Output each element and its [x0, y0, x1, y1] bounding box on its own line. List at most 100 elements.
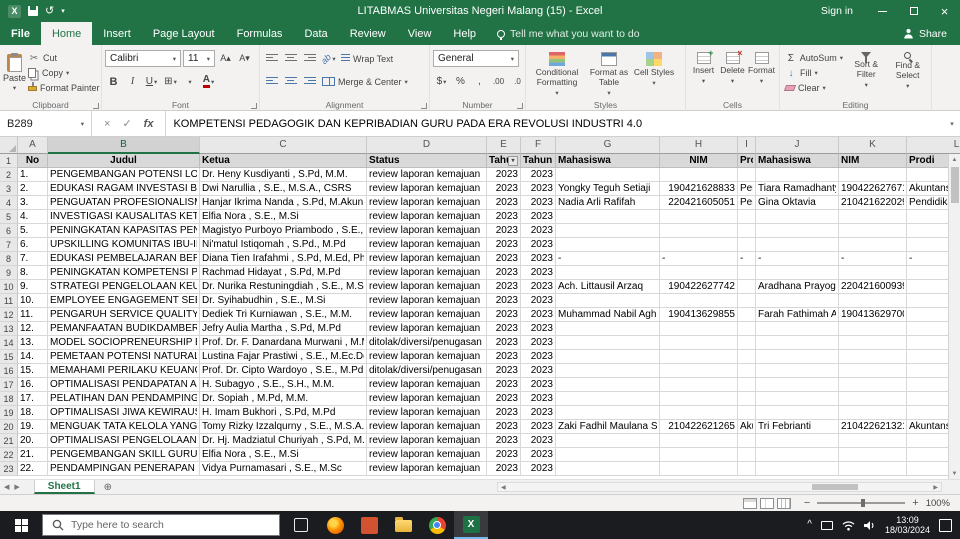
cell-K16[interactable] — [839, 364, 907, 378]
font-color-button[interactable]: A ▾ — [200, 73, 217, 90]
wifi-icon[interactable] — [842, 520, 855, 531]
cell-B1[interactable]: Judul — [48, 154, 200, 168]
cell-B21[interactable]: OPTIMALISASI PENGELOLAAN ADM — [48, 434, 200, 448]
undo-icon[interactable]: ↺ — [45, 5, 54, 17]
cell-D9[interactable]: review laporan kemajuan — [367, 266, 487, 280]
cell-F9[interactable]: 2023 — [521, 266, 556, 280]
borders-button[interactable]: ⊞ ▾ — [162, 73, 179, 90]
cell-B19[interactable]: OPTIMALISASI JIWA KEWIRAUSAHA — [48, 406, 200, 420]
cell-H8[interactable]: - — [660, 252, 738, 266]
cell-D2[interactable]: review laporan kemajuan — [367, 168, 487, 182]
row-header-9[interactable]: 9 — [0, 266, 18, 280]
row-header-23[interactable]: 23 — [0, 462, 18, 476]
new-sheet-button[interactable]: ⊕ — [95, 480, 121, 494]
orientation-button[interactable]: ab ▾ — [319, 50, 337, 67]
cell-I20[interactable]: Akuntansi — [738, 420, 756, 434]
cell-A18[interactable]: 17. — [18, 392, 48, 406]
cell-B11[interactable]: EMPLOYEE ENGAGEMENT SEBAGAI — [48, 294, 200, 308]
cell-J17[interactable] — [756, 378, 839, 392]
restore-button[interactable] — [898, 0, 929, 22]
cell-I6[interactable] — [738, 224, 756, 238]
share-button[interactable]: Share — [890, 22, 960, 45]
tab-formulas[interactable]: Formulas — [226, 22, 294, 45]
vertical-scrollbar[interactable]: ▲ ▼ — [948, 154, 960, 479]
cell-I8[interactable]: - — [738, 252, 756, 266]
cell-F8[interactable]: 2023 — [521, 252, 556, 266]
hscroll-left-icon[interactable]: ◀ — [498, 484, 509, 491]
zoom-in-button[interactable]: + — [912, 497, 918, 509]
cell-J18[interactable] — [756, 392, 839, 406]
cell-J13[interactable] — [756, 322, 839, 336]
formula-input[interactable]: KOMPETENSI PEDAGOGIK DAN KEPRIBADIAN GUR… — [166, 111, 944, 136]
close-button[interactable]: × — [929, 0, 960, 22]
cell-B16[interactable]: MEMAHAMI PERILAKU KEUANGAN I — [48, 364, 200, 378]
cell-A17[interactable]: 16. — [18, 378, 48, 392]
cell-C20[interactable]: Tomy Rizky Izzalqurny , S.E., M.S.A. — [200, 420, 367, 434]
cell-H1[interactable]: NIM — [660, 154, 738, 168]
cell-G21[interactable] — [556, 434, 660, 448]
cell-F16[interactable]: 2023 — [521, 364, 556, 378]
cell-C2[interactable]: Dr. Heny Kusdiyanti , S.Pd, M.M. — [200, 168, 367, 182]
cell-A13[interactable]: 12. — [18, 322, 48, 336]
cell-C14[interactable]: Prof. Dr. F. Danardana Murwani , M.M — [200, 336, 367, 350]
row-header-17[interactable]: 17 — [0, 378, 18, 392]
horizontal-scrollbar[interactable]: ◀ ▶ — [497, 482, 942, 492]
cell-B14[interactable]: MODEL SOCIOPRENEURSHIP BERBA — [48, 336, 200, 350]
cell-E5[interactable]: 2023 — [487, 210, 521, 224]
row-header-7[interactable]: 7 — [0, 238, 18, 252]
cell-I4[interactable]: Pendidikan — [738, 196, 756, 210]
cell-G15[interactable] — [556, 350, 660, 364]
cell-D6[interactable]: review laporan kemajuan — [367, 224, 487, 238]
column-header-F[interactable]: F — [521, 137, 556, 154]
cell-H11[interactable] — [660, 294, 738, 308]
file-explorer-taskbar-button[interactable] — [386, 511, 420, 539]
cell-I1[interactable]: Prodi — [738, 154, 756, 168]
cell-E15[interactable]: 2023 — [487, 350, 521, 364]
clipboard-dialog-launcher[interactable] — [93, 103, 99, 109]
save-icon[interactable] — [28, 6, 38, 16]
cell-I21[interactable] — [738, 434, 756, 448]
zoom-out-button[interactable]: − — [804, 497, 810, 509]
cell-D23[interactable]: review laporan kemajuan — [367, 462, 487, 476]
cell-A21[interactable]: 20. — [18, 434, 48, 448]
vscroll-up-icon[interactable]: ▲ — [952, 154, 958, 165]
cell-G17[interactable] — [556, 378, 660, 392]
format-cells-button[interactable]: Format ▾ — [747, 48, 776, 98]
hscroll-right-icon[interactable]: ▶ — [930, 484, 941, 491]
cell-I18[interactable] — [738, 392, 756, 406]
tab-home[interactable]: Home — [40, 22, 93, 45]
copy-button[interactable]: Copy ▾ — [26, 66, 102, 81]
cell-I23[interactable] — [738, 462, 756, 476]
cell-A1[interactable]: No — [18, 154, 48, 168]
cell-C8[interactable]: Diana Tien Irafahmi , S.Pd, M.Ed, Ph.D — [200, 252, 367, 266]
sheet-tab-sheet1[interactable]: Sheet1 — [33, 480, 95, 494]
cell-C23[interactable]: Vidya Purnamasari , S.E., M.Sc — [200, 462, 367, 476]
hidden-icons-caret[interactable]: ^ — [807, 520, 812, 530]
row-header-4[interactable]: 4 — [0, 196, 18, 210]
cell-I16[interactable] — [738, 364, 756, 378]
cell-A10[interactable]: 9. — [18, 280, 48, 294]
cell-B13[interactable]: PEMANFAATAN BUDIKDAMBER DI L — [48, 322, 200, 336]
chrome-taskbar-button[interactable] — [420, 511, 454, 539]
cell-E3[interactable]: 2023 — [487, 182, 521, 196]
row-header-21[interactable]: 21 — [0, 434, 18, 448]
cell-I13[interactable] — [738, 322, 756, 336]
cell-H15[interactable] — [660, 350, 738, 364]
cell-H5[interactable] — [660, 210, 738, 224]
cell-styles-button[interactable]: Cell Styles ▾ — [633, 48, 675, 98]
font-dialog-launcher[interactable] — [251, 103, 257, 109]
column-header-D[interactable]: D — [367, 137, 487, 154]
paste-dropdown-icon[interactable]: ▾ — [13, 84, 16, 92]
zoom-level[interactable]: 100% — [926, 498, 950, 509]
cell-E11[interactable]: 2023 — [487, 294, 521, 308]
tab-data[interactable]: Data — [293, 22, 338, 45]
cell-B5[interactable]: INVESTIGASI KAUSALITAS KETERKAI — [48, 210, 200, 224]
cell-I14[interactable] — [738, 336, 756, 350]
underline-button[interactable]: U ▾ — [143, 73, 160, 90]
excel-taskbar-button[interactable]: X — [454, 511, 488, 539]
cell-C15[interactable]: Lustina Fajar Prastiwi , S.E., M.Ec.Dev — [200, 350, 367, 364]
page-break-view-button[interactable] — [776, 497, 791, 509]
cell-F14[interactable]: 2023 — [521, 336, 556, 350]
decrease-decimal-button[interactable]: .0 — [509, 73, 526, 90]
cell-H6[interactable] — [660, 224, 738, 238]
